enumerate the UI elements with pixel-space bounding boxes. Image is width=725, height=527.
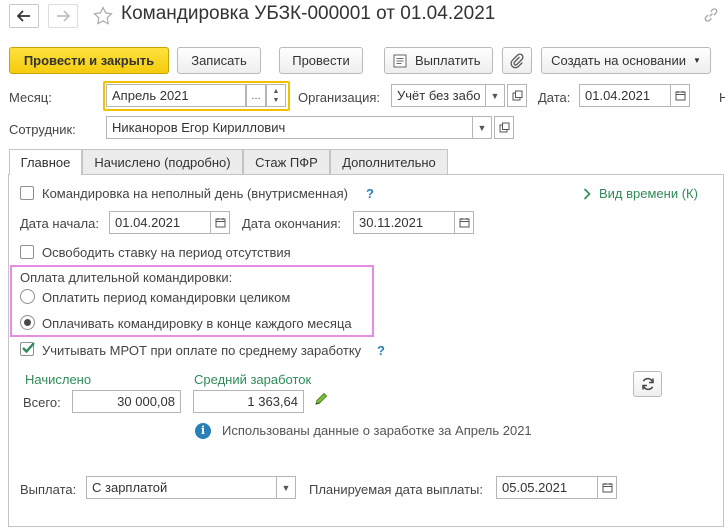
- employee-dropdown[interactable]: ▼: [472, 116, 492, 139]
- refresh-icon: [641, 377, 654, 391]
- pay-button[interactable]: Выплатить: [384, 47, 493, 74]
- date-label: Дата:: [538, 90, 571, 105]
- start-date-label: Дата начала:: [20, 216, 99, 231]
- help-icon[interactable]: ?: [377, 343, 385, 358]
- payout-dropdown[interactable]: ▼: [276, 476, 296, 499]
- mrot-checkbox[interactable]: [20, 342, 35, 356]
- month-input[interactable]: Апрель 2021: [106, 84, 246, 107]
- partial-day-checkbox[interactable]: [20, 186, 34, 200]
- average-earnings-title: Средний заработок: [194, 372, 312, 387]
- radio-pay-whole-label: Оплатить период командировки целиком: [42, 290, 291, 305]
- page-title: Командировка УБЗК-000001 от 01.04.2021: [121, 3, 496, 24]
- end-date-input[interactable]: 30.11.2021: [353, 211, 455, 234]
- date-calendar-button[interactable]: [670, 84, 690, 107]
- open-icon: [499, 122, 509, 133]
- tab-main[interactable]: Главное: [9, 149, 82, 175]
- back-button[interactable]: [9, 4, 39, 28]
- post-label: Провести: [292, 53, 350, 68]
- stepper-down-icon: ▼: [272, 96, 280, 104]
- dropdown-arrow-icon: ▼: [281, 482, 291, 493]
- tab-label: Стаж ПФР: [255, 154, 318, 170]
- payout-label: Выплата:: [20, 482, 77, 497]
- planned-date-calendar-button[interactable]: [597, 476, 617, 499]
- radio-pay-monthly-label: Оплачивать командировку в конце каждого …: [42, 316, 352, 331]
- organization-dropdown[interactable]: ▼: [485, 84, 505, 107]
- info-icon: i: [195, 423, 211, 439]
- pay-label: Выплатить: [415, 53, 481, 68]
- total-accrued-value: 30 000,08: [72, 390, 181, 413]
- document-icon: [393, 54, 407, 67]
- save-button[interactable]: Записать: [177, 47, 261, 74]
- month-stepper[interactable]: ▲ ▼: [266, 84, 286, 107]
- tab-label: Дополнительно: [342, 154, 436, 170]
- calendar-icon: [215, 218, 225, 228]
- calendar-icon: [459, 218, 469, 228]
- chevron-right-icon: [583, 188, 591, 200]
- create-based-on-button[interactable]: Создать на основании ▼: [541, 47, 711, 74]
- partial-day-label: Командировка на неполный день (внутрисме…: [42, 186, 348, 201]
- total-label: Всего:: [23, 395, 61, 410]
- dropdown-arrow-icon: ▼: [490, 90, 500, 101]
- radio-pay-whole[interactable]: [20, 289, 35, 304]
- cut-off-label: Н: [719, 90, 725, 105]
- tab-label: Главное: [20, 155, 71, 170]
- stepper-up-icon: ▲: [272, 87, 280, 95]
- arrow-left-icon: [17, 10, 30, 22]
- calendar-icon: [602, 483, 612, 493]
- average-earnings-value: 1 363,64: [193, 390, 304, 413]
- create-based-on-label: Создать на основании: [551, 53, 686, 68]
- tab-pension-experience[interactable]: Стаж ПФР: [243, 149, 330, 174]
- radio-selected-dot: [24, 319, 31, 326]
- start-date-calendar-button[interactable]: [210, 211, 230, 234]
- tab-additional[interactable]: Дополнительно: [330, 149, 448, 174]
- employee-open-button[interactable]: [494, 116, 514, 139]
- tab-label: Начислено (подробно): [94, 154, 231, 170]
- dropdown-arrow-icon: ▼: [692, 56, 701, 65]
- employee-label: Сотрудник:: [9, 122, 76, 137]
- time-type-link[interactable]: Вид времени (К): [599, 186, 698, 201]
- checkmark-icon: [22, 342, 35, 354]
- attach-button[interactable]: [502, 47, 532, 74]
- organization-open-button[interactable]: [507, 84, 527, 107]
- tab-accrued-detailed[interactable]: Начислено (подробно): [82, 149, 243, 174]
- save-label: Записать: [191, 53, 247, 68]
- post-button[interactable]: Провести: [279, 47, 363, 74]
- forward-button[interactable]: [48, 4, 78, 28]
- open-icon: [512, 90, 522, 101]
- payout-select[interactable]: С зарплатой: [86, 476, 277, 499]
- free-rate-checkbox[interactable]: [20, 245, 34, 259]
- radio-pay-monthly[interactable]: [20, 315, 35, 330]
- organization-input[interactable]: Учёт без забо: [391, 84, 486, 107]
- end-date-calendar-button[interactable]: [454, 211, 474, 234]
- calendar-icon: [675, 91, 685, 101]
- pencil-icon[interactable]: [314, 392, 328, 406]
- long-trip-payment-title: Оплата длительной командировки:: [20, 270, 233, 285]
- planned-date-label: Планируемая дата выплаты:: [309, 482, 483, 497]
- help-icon[interactable]: ?: [366, 186, 374, 201]
- info-text: Использованы данные о заработке за Апрел…: [222, 423, 532, 438]
- arrow-right-icon: [57, 10, 70, 22]
- employee-input[interactable]: Никаноров Егор Кириллович: [106, 116, 473, 139]
- start-date-input[interactable]: 01.04.2021: [109, 211, 211, 234]
- month-select-button[interactable]: ...: [246, 84, 266, 107]
- star-icon[interactable]: [93, 6, 113, 26]
- dropdown-arrow-icon: ▼: [477, 122, 487, 133]
- refresh-button[interactable]: [633, 371, 662, 397]
- date-input[interactable]: 01.04.2021: [579, 84, 671, 107]
- free-rate-label: Освободить ставку на период отсутствия: [42, 245, 291, 260]
- mrot-label: Учитывать МРОТ при оплате по среднему за…: [42, 343, 362, 358]
- paperclip-icon: [510, 52, 524, 68]
- month-label: Месяц:: [9, 90, 52, 105]
- end-date-label: Дата окончания:: [242, 216, 341, 231]
- post-and-close-label: Провести и закрыть: [23, 53, 155, 68]
- post-and-close-button[interactable]: Провести и закрыть: [9, 47, 169, 74]
- link-icon[interactable]: [703, 7, 719, 23]
- organization-label: Организация:: [298, 90, 381, 105]
- accrued-title: Начислено: [25, 372, 92, 387]
- planned-date-input[interactable]: 05.05.2021: [496, 476, 598, 499]
